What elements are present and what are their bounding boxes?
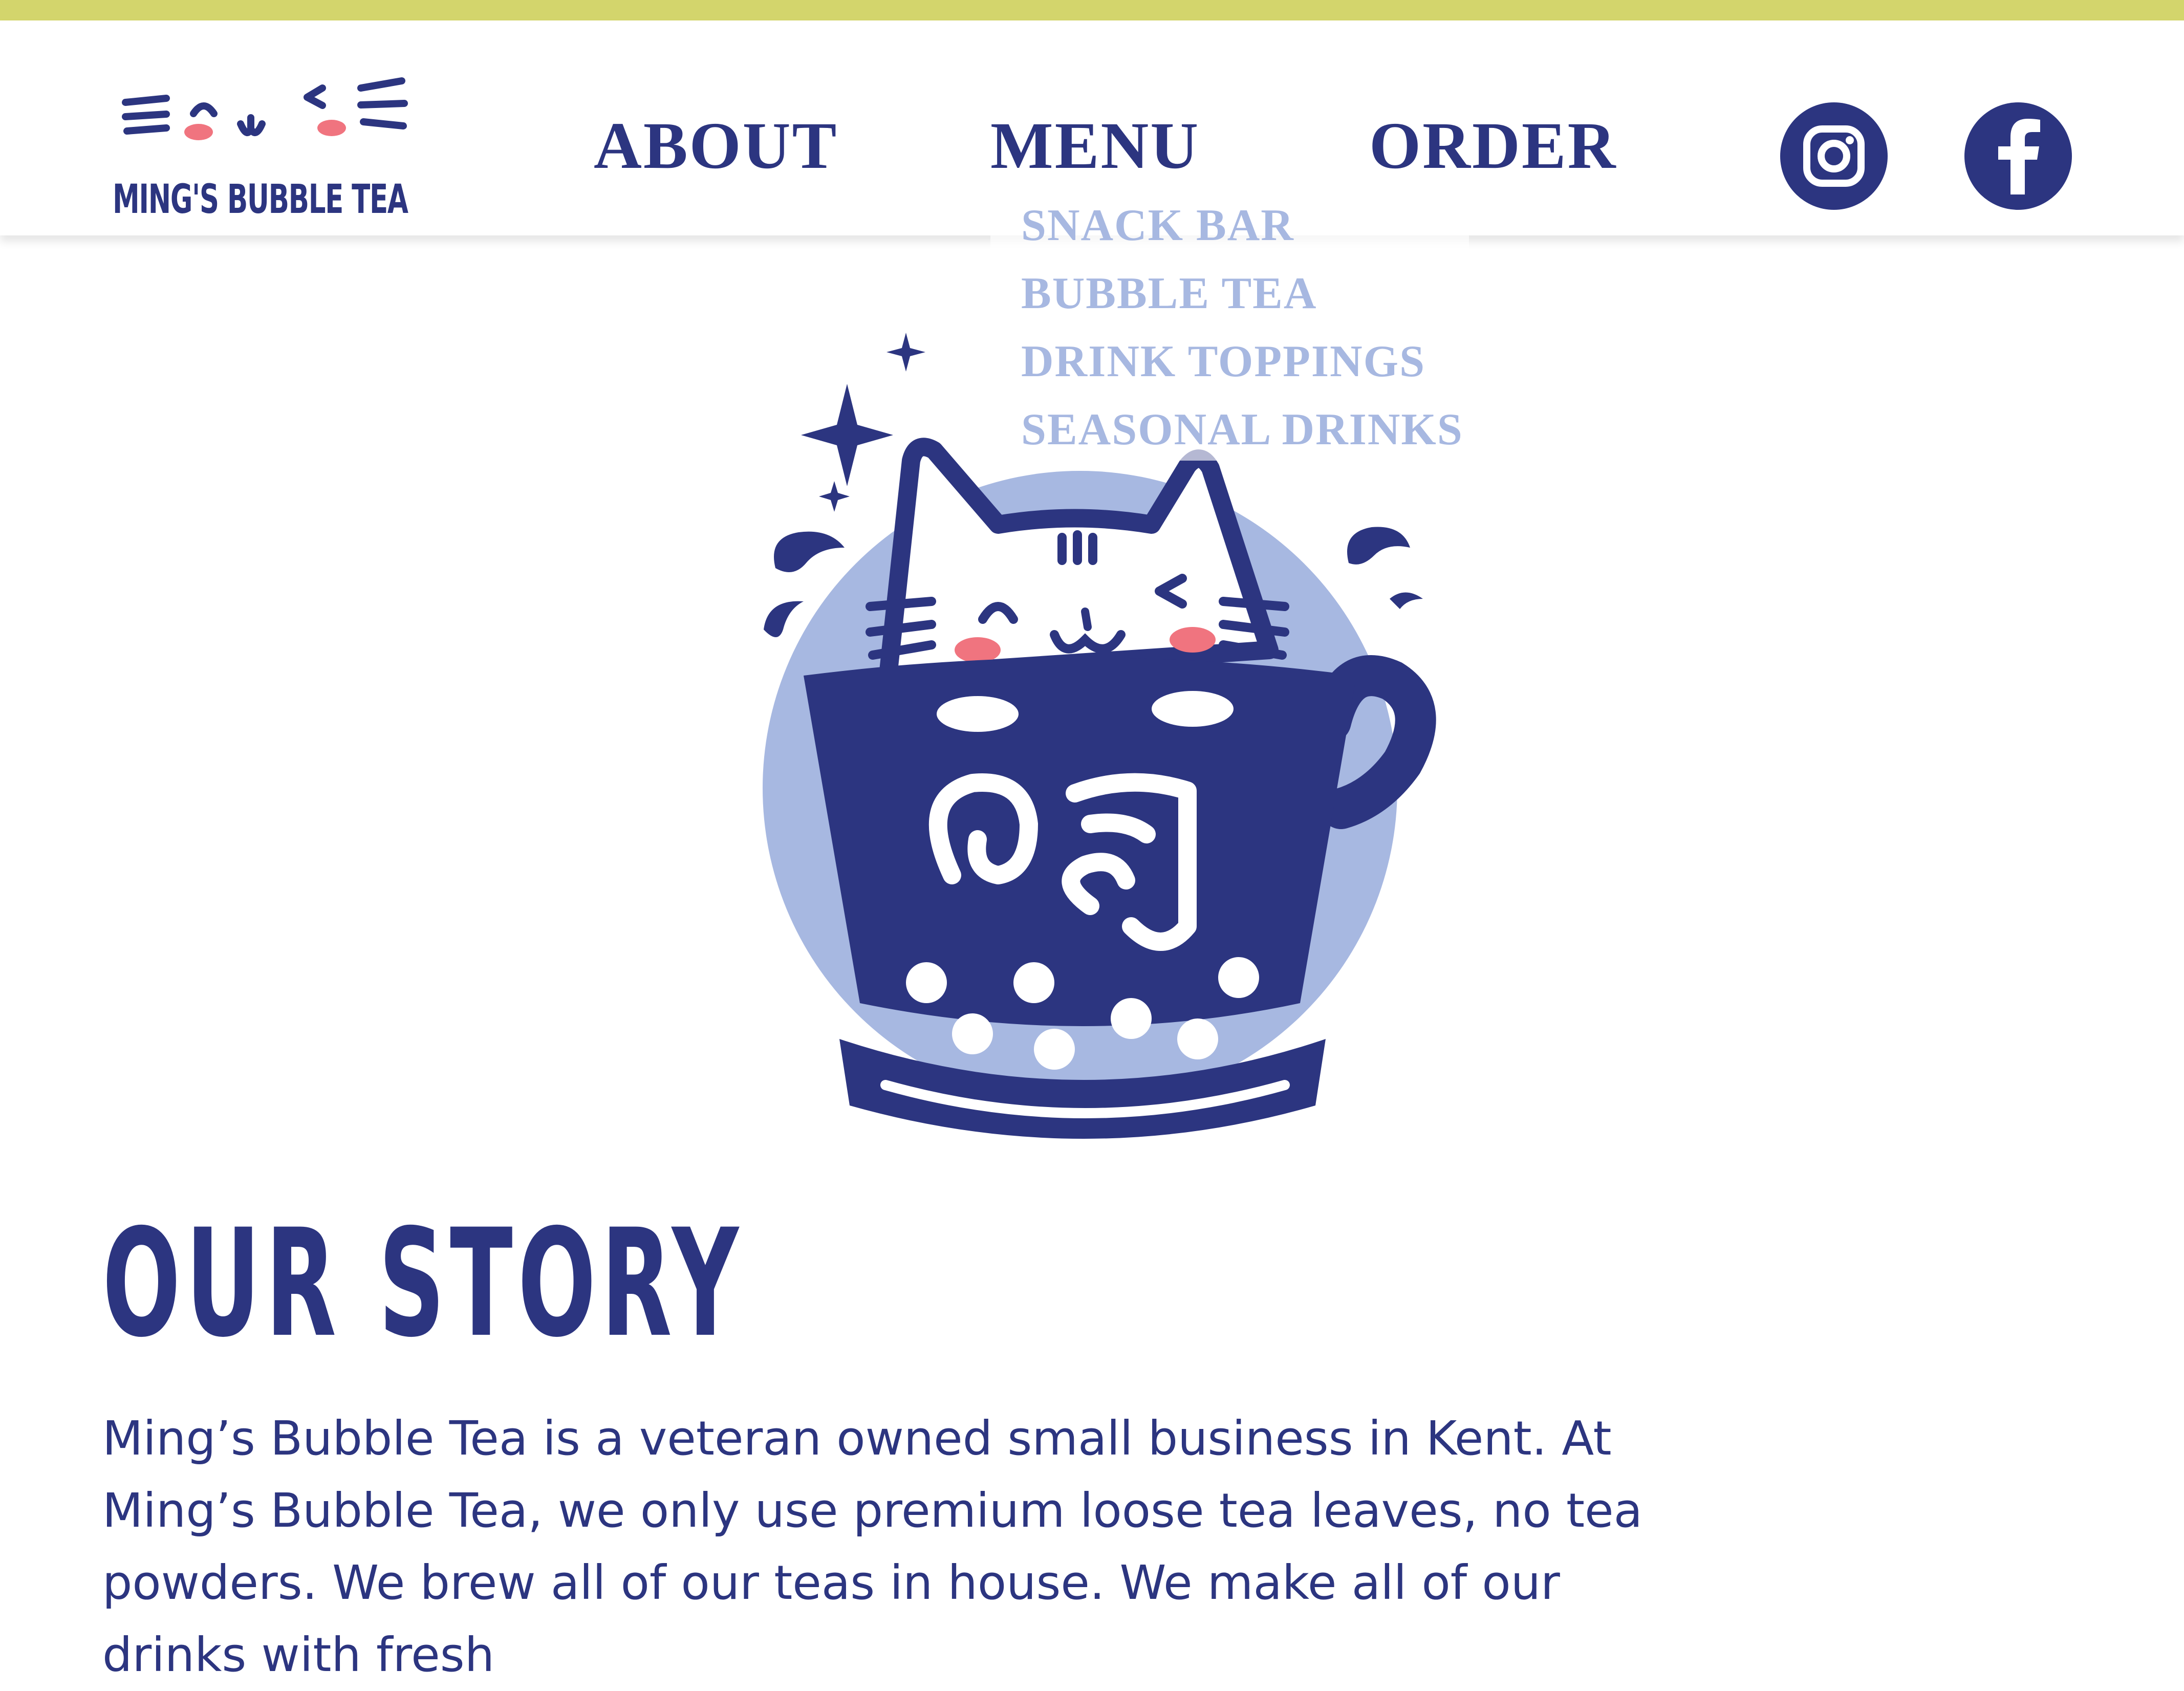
nav-menu[interactable]: MENU <box>990 107 1200 184</box>
nav-about[interactable]: ABOUT <box>594 107 838 184</box>
menu-dropdown: SNACK BAR BUBBLE TEA DRINK TOPPINGS SEAS… <box>990 194 1469 461</box>
nav-order[interactable]: ORDER <box>1369 107 1617 184</box>
brand-logo[interactable]: MING'S BUBBLE TEA <box>113 56 430 230</box>
dropdown-item-bubble-tea[interactable]: BUBBLE TEA <box>1021 268 1317 319</box>
instagram-button[interactable] <box>1780 102 1888 210</box>
top-accent-bar <box>0 0 2184 20</box>
cat-face-logo-icon <box>122 77 408 140</box>
story-body: Ming’s Bubble Tea is a veteran owned sma… <box>102 1411 1643 1682</box>
instagram-icon <box>1803 125 1865 187</box>
dropdown-item-snack-bar[interactable]: SNACK BAR <box>1021 200 1294 251</box>
story-title: OUR STORY <box>102 1198 744 1370</box>
facebook-icon <box>1998 119 2040 194</box>
facebook-button[interactable] <box>1964 102 2072 210</box>
dropdown-item-drink-toppings[interactable]: DRINK TOPPINGS <box>1021 336 1425 387</box>
brand-name: MING'S BUBBLE TEA <box>113 177 408 223</box>
dropdown-item-seasonal-drinks[interactable]: SEASONAL DRINKS <box>1021 404 1463 456</box>
